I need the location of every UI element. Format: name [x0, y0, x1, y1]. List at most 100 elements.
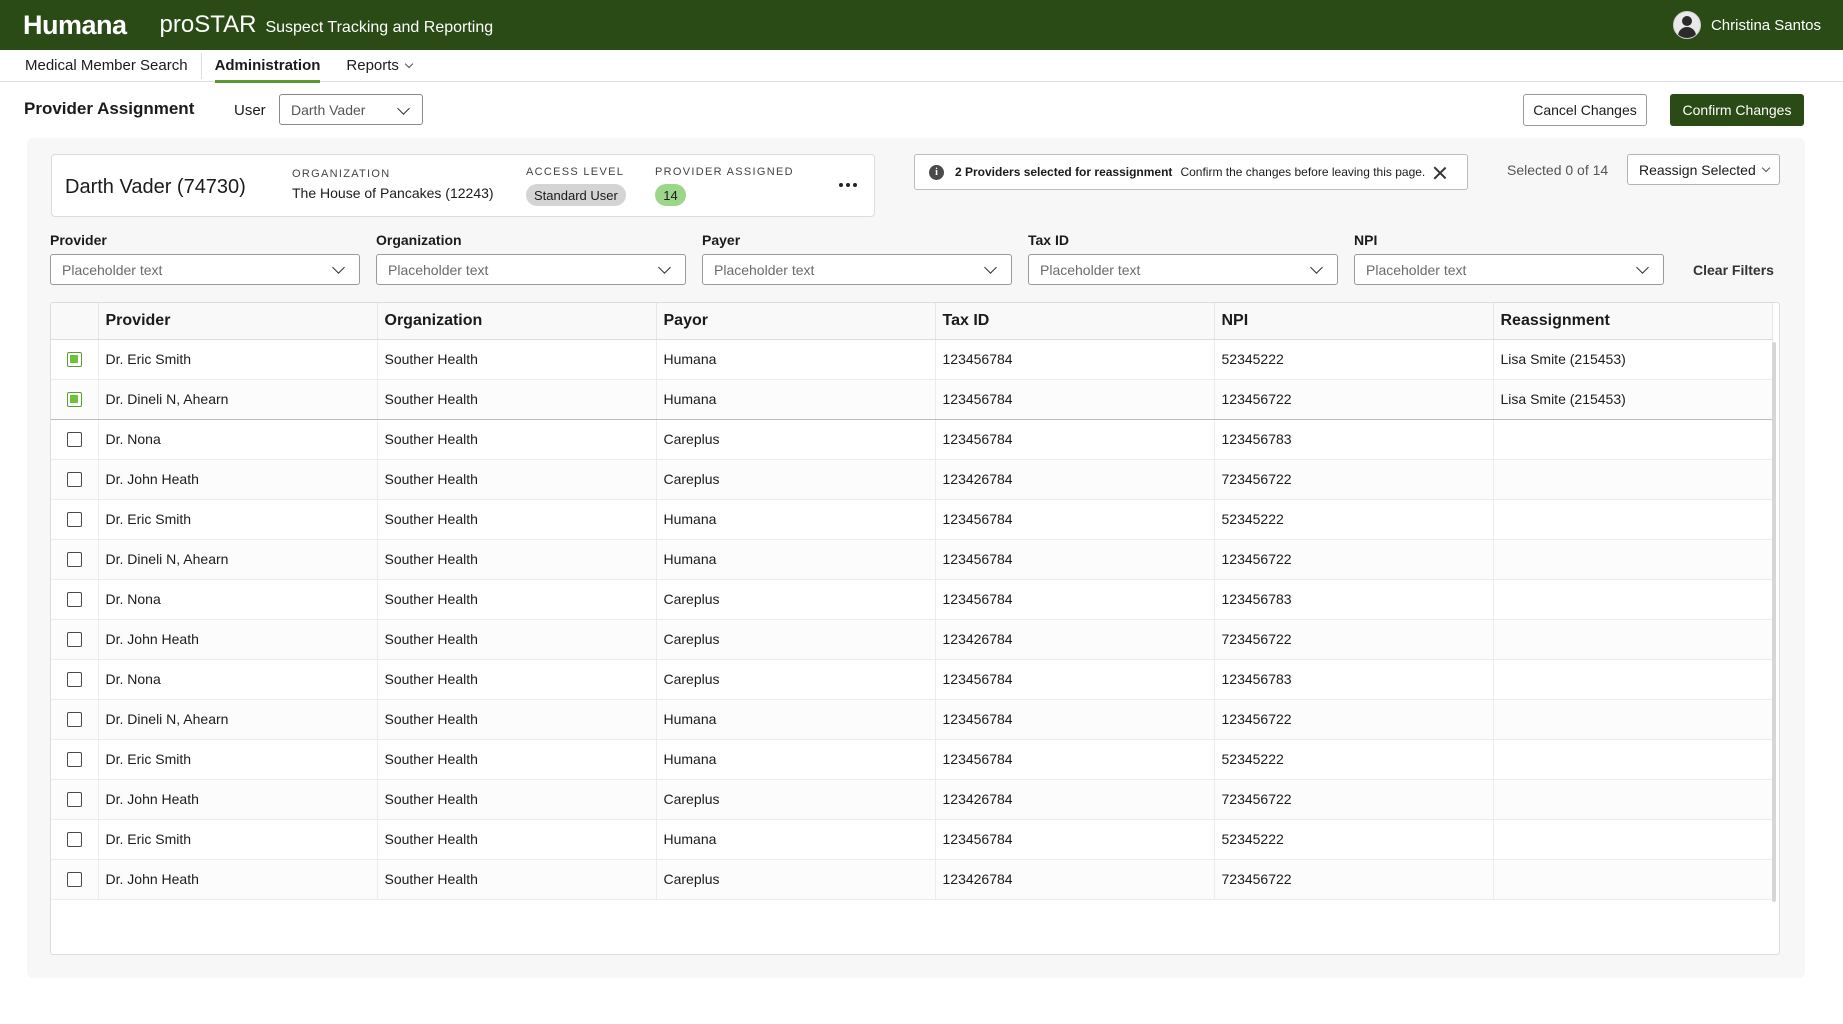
payer-filter-select[interactable]: Placeholder text: [702, 254, 1012, 285]
table-row[interactable]: Dr. Dineli N, Ahearn Souther Health Humana…: [51, 539, 1773, 580]
cell-npi: 52345222: [1214, 819, 1494, 860]
table-row[interactable]: Dr. Eric Smith Souther Health Humana 123456…: [51, 739, 1773, 780]
selected-count: Selected 0 of 14: [1507, 162, 1609, 178]
cell-payor: Careplus: [656, 579, 936, 620]
npi-filter-select[interactable]: Placeholder text: [1354, 254, 1664, 285]
row-checkbox[interactable]: [67, 831, 82, 847]
chevron-down-icon: [332, 261, 345, 274]
nav-medical-member-search[interactable]: Medical Member Search: [0, 50, 201, 82]
cell-reassignment: [1493, 819, 1773, 860]
table-row[interactable]: Dr. John Heath Souther Health Careplus 1234…: [51, 619, 1773, 660]
table-row[interactable]: Dr. John Heath Souther Health Careplus 1234…: [51, 459, 1773, 500]
cell-provider: Dr. John Heath: [98, 859, 378, 900]
column-header-organization[interactable]: Organization: [377, 303, 657, 340]
cell-payor: Humana: [656, 739, 936, 780]
clear-filters-button[interactable]: Clear Filters: [1693, 262, 1774, 278]
table-row[interactable]: Dr. Eric Smith Souther Health Humana 123456…: [51, 819, 1773, 860]
cell-reassignment: [1493, 859, 1773, 900]
access-level-badge: Standard User: [526, 184, 626, 206]
cell-payor: Careplus: [656, 459, 936, 500]
table-row[interactable]: Dr. Eric Smith Souther Health Humana 123456…: [51, 339, 1773, 380]
row-select-cell: [51, 739, 99, 780]
user-select[interactable]: Darth Vader: [279, 94, 423, 125]
cell-reassignment: [1493, 579, 1773, 620]
tax-id-filter-select[interactable]: Placeholder text: [1028, 254, 1338, 285]
cell-tax-id: 123456784: [935, 739, 1215, 780]
cell-tax-id: 123456784: [935, 379, 1215, 420]
column-header-tax-id[interactable]: Tax ID: [935, 303, 1215, 340]
reassign-selected-button[interactable]: Reassign Selected: [1627, 154, 1780, 185]
row-checkbox[interactable]: [67, 871, 82, 887]
cell-organization: Souther Health: [377, 419, 657, 460]
cell-payor: Careplus: [656, 659, 936, 700]
user-menu[interactable]: Christina Santos: [1672, 0, 1821, 50]
table-row[interactable]: Dr. Nona Souther Health Careplus 123456784 1…: [51, 579, 1773, 620]
filter-provider: Provider Placeholder text: [50, 232, 360, 285]
table-scrollbar[interactable]: [1772, 342, 1776, 902]
table-row[interactable]: Dr. Dineli N, Ahearn Souther Health Humana…: [51, 379, 1773, 420]
nav-label: Reports: [346, 57, 399, 74]
cell-npi: 123456722: [1214, 539, 1494, 580]
cell-npi: 123456783: [1214, 419, 1494, 460]
cell-payor: Humana: [656, 819, 936, 860]
cell-reassignment: Lisa Smite (215453): [1493, 379, 1773, 420]
provider-filter-select[interactable]: Placeholder text: [50, 254, 360, 285]
close-icon[interactable]: [1433, 166, 1447, 180]
cell-reassignment: [1493, 779, 1773, 820]
row-checkbox[interactable]: [67, 631, 82, 647]
cell-organization: Souther Health: [377, 659, 657, 700]
provider-assigned-badge: 14: [655, 184, 686, 206]
filter-organization: Organization Placeholder text: [376, 232, 686, 285]
chevron-down-icon: [397, 102, 410, 115]
organization-filter-select[interactable]: Placeholder text: [376, 254, 686, 285]
reassignment-notice: i 2 Providers selected for reassignment …: [914, 154, 1468, 190]
more-options-icon[interactable]: [839, 183, 857, 187]
table-row[interactable]: Dr. Eric Smith Souther Health Humana 123456…: [51, 499, 1773, 540]
table-header-row: Provider Organization Payor Tax ID NPI R…: [51, 303, 1773, 340]
row-checkbox[interactable]: [67, 671, 82, 687]
row-checkbox[interactable]: [67, 511, 82, 527]
table-row[interactable]: Dr. Nona Souther Health Careplus 123456784 1…: [51, 659, 1773, 700]
cell-npi: 123456722: [1214, 699, 1494, 740]
product-name: proSTAR: [159, 11, 257, 38]
row-checkbox[interactable]: [67, 551, 82, 567]
table-row[interactable]: Dr. Dineli N, Ahearn Souther Health Humana…: [51, 699, 1773, 740]
cancel-changes-button[interactable]: Cancel Changes: [1523, 94, 1647, 126]
column-header-provider[interactable]: Provider: [98, 303, 378, 340]
table-row[interactable]: Dr. John Heath Souther Health Careplus 1234…: [51, 779, 1773, 820]
cell-provider: Dr. Dineli N, Ahearn: [98, 699, 378, 740]
nav-label: Medical Member Search: [25, 57, 188, 74]
table-row[interactable]: Dr. John Heath Souther Health Careplus 1234…: [51, 859, 1773, 900]
cell-npi: 723456722: [1214, 459, 1494, 500]
nav-reports[interactable]: Reports: [333, 50, 425, 82]
table-row[interactable]: Dr. Nona Souther Health Careplus 123456784 1…: [51, 419, 1773, 460]
row-select-cell: [51, 459, 99, 500]
row-checkbox[interactable]: [67, 751, 82, 767]
row-select-cell: [51, 659, 99, 700]
cell-npi: 723456722: [1214, 619, 1494, 660]
cell-tax-id: 123456784: [935, 339, 1215, 380]
row-checkbox[interactable]: [67, 591, 82, 607]
column-header-reassignment[interactable]: Reassignment: [1493, 303, 1773, 340]
column-header-npi[interactable]: NPI: [1214, 303, 1494, 340]
row-checkbox[interactable]: [67, 431, 82, 447]
cell-npi: 52345222: [1214, 339, 1494, 380]
row-checkbox[interactable]: [67, 351, 82, 367]
nav-administration[interactable]: Administration: [202, 50, 334, 83]
filter-placeholder: Placeholder text: [1366, 261, 1467, 278]
cell-tax-id: 123456784: [935, 819, 1215, 860]
confirm-changes-button[interactable]: Confirm Changes: [1670, 94, 1804, 126]
access-level-label: ACCESS LEVEL: [526, 166, 625, 178]
humana-logo[interactable]: Humana: [23, 10, 127, 41]
row-select-cell: [51, 779, 99, 820]
cell-npi: 123456783: [1214, 659, 1494, 700]
row-checkbox[interactable]: [67, 471, 82, 487]
row-checkbox[interactable]: [67, 391, 82, 407]
column-header-payor[interactable]: Payor: [656, 303, 936, 340]
cell-tax-id: 123456784: [935, 499, 1215, 540]
cell-reassignment: Lisa Smite (215453): [1493, 339, 1773, 380]
row-checkbox[interactable]: [67, 791, 82, 807]
filter-tax-id: Tax ID Placeholder text: [1028, 232, 1338, 285]
row-checkbox[interactable]: [67, 711, 82, 727]
row-select-cell: [51, 499, 99, 540]
